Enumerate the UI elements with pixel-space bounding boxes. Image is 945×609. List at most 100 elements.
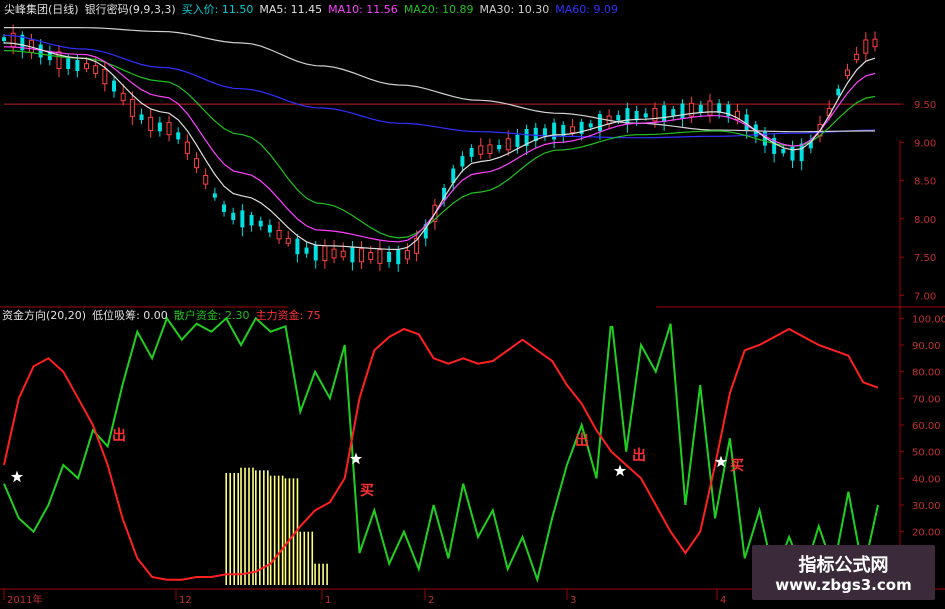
watermark: 指标公式网 www.zbgs3.com: [752, 545, 935, 600]
candle-body-up: [863, 39, 869, 54]
annotation-2: 出: [575, 432, 589, 449]
candle-body-down: [469, 147, 474, 157]
candle-body-up: [478, 145, 484, 155]
candle-body-up: [285, 237, 291, 244]
x-axis-label: 12: [179, 595, 192, 606]
candle-body-down: [799, 143, 804, 162]
price-legend-item-5: MA60: 9.09: [555, 3, 618, 16]
candle-body-up: [368, 252, 374, 260]
candle-body-down: [625, 108, 630, 125]
x-axis-label: 4: [720, 595, 726, 606]
fund-panel-header: 资金方向(20,20) 低位吸筹: 0.00 散户资金: 2.30 主力资金: 75: [2, 309, 333, 323]
candle-body-up: [276, 229, 282, 240]
candle-body-down: [552, 122, 557, 140]
candle-body-up: [487, 144, 493, 154]
candle-body-up: [129, 98, 135, 117]
candle-body-down: [671, 109, 676, 116]
candle-body-down: [231, 212, 236, 220]
candle-body-down: [176, 132, 181, 140]
fund-tick-label: 80.00: [912, 368, 941, 379]
candle-body-up: [340, 250, 346, 258]
candle-body-up: [120, 92, 126, 102]
candle-body-down: [212, 193, 217, 198]
fund-legend-item-2: 主力资金: 75: [255, 309, 321, 322]
annotation-3: 出: [632, 447, 646, 464]
fund-tick-label: 30.00: [912, 501, 941, 512]
x-axis-label: 2011年: [7, 593, 42, 606]
candle-body-up: [184, 141, 190, 155]
candle-body-up: [359, 248, 365, 263]
price-legend-item-0: 买入价: 11.50: [181, 3, 254, 16]
candle-body-up: [166, 122, 172, 136]
candle-body-up: [331, 248, 337, 259]
price-tick-label: 8.50: [914, 177, 936, 188]
candle-body-up: [707, 100, 713, 116]
candle-body-down: [588, 123, 593, 128]
candle-body-up: [404, 250, 410, 260]
fund-tick-label: 70.00: [912, 394, 941, 405]
fund-tick-label: 60.00: [912, 421, 941, 432]
price-tick-label: 8.00: [914, 215, 936, 226]
stock-chart: 9.50 9.00 8.50 8.00 7.50 7.00 100.00 90.00 80.00…: [0, 0, 945, 606]
watermark-url: www.zbgs3.com: [775, 576, 912, 594]
x-axis-label: 3: [570, 595, 576, 606]
price-tick-label: 9.50: [914, 100, 936, 111]
candle-body-down: [497, 144, 502, 150]
candle-body-up: [203, 174, 209, 185]
candle-body-down: [515, 134, 520, 147]
candle-body-down: [157, 122, 162, 132]
signal-star: [613, 464, 627, 477]
candle-body-down: [616, 115, 621, 121]
fund-indicator-name: 资金方向(20,20): [2, 309, 87, 322]
candle-body-down: [597, 114, 602, 132]
candle-body-down: [387, 251, 392, 262]
candle-body-down: [396, 250, 401, 265]
fund-tick-label: 90.00: [912, 341, 941, 352]
fund-tick-label: 50.00: [912, 448, 941, 459]
candle-body-down: [222, 204, 227, 212]
candle-body-down: [66, 58, 71, 69]
black-cover: [288, 283, 656, 326]
fund-line-main: [3, 327, 879, 581]
price-legend-item-1: MA5: 11.45: [259, 3, 323, 16]
candle-body-down: [460, 156, 465, 167]
candle-body-down: [643, 113, 648, 118]
fund-tick-label: 20.00: [912, 528, 941, 539]
candle-body-down: [112, 80, 117, 92]
signal-star: [10, 470, 24, 483]
price-tick-label: 9.00: [914, 138, 936, 149]
fund-line-retail: [3, 316, 879, 584]
candle-body-down: [240, 210, 245, 228]
candle-body-down: [698, 104, 703, 113]
candle-body-up: [872, 38, 878, 48]
x-axis-label: 1: [325, 595, 331, 606]
candle-body-down: [295, 238, 300, 255]
candle-body-down: [139, 114, 144, 121]
price-tick-label: 7.00: [914, 291, 936, 302]
candle-body-up: [93, 65, 99, 74]
candle-body-down: [258, 220, 263, 227]
fund-legend-item-1: 散户资金: 2.30: [173, 309, 250, 322]
candle-body-down: [680, 103, 685, 119]
annotation-1: 买: [360, 483, 374, 499]
candle-body-down: [267, 224, 272, 233]
watermark-title: 指标公式网: [798, 555, 889, 576]
candle-body-down: [304, 247, 309, 254]
candle-body-down: [662, 105, 667, 123]
candle-body-down: [2, 37, 6, 42]
price-legend-item-4: MA30: 10.30: [479, 3, 550, 16]
price-panel-header: 尖峰集团(日线) 银行密码(9,9,3,3) 买入价: 11.50 MA5: 11.4…: [4, 3, 630, 17]
stock-title: 尖峰集团(日线): [4, 3, 79, 16]
candle-body-up: [377, 249, 383, 264]
candle-body-up: [505, 138, 511, 151]
price-legend-item-2: MA10: 11.56: [328, 3, 398, 16]
candle-body-up: [844, 69, 850, 77]
candle-body-down: [350, 246, 355, 263]
price-legend-item-3: MA20: 10.89: [403, 3, 474, 16]
annotation-0: 出: [112, 427, 126, 444]
price-tick-label: 7.50: [914, 253, 936, 264]
candle-body-down: [313, 245, 318, 261]
candle-body-down: [836, 88, 841, 96]
candle-body-up: [84, 63, 90, 70]
candle-body-up: [148, 116, 154, 131]
